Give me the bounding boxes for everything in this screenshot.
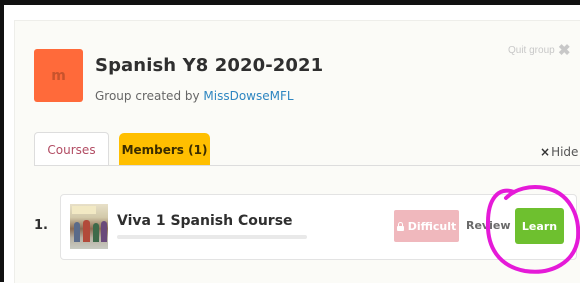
- difficult-label: Difficult: [407, 219, 457, 233]
- hide-x-icon: ×: [540, 145, 551, 159]
- group-creator-line: Group created by MissDowseMFL: [95, 89, 294, 103]
- hide-button[interactable]: ×Hide: [540, 145, 578, 159]
- difficult-button[interactable]: Difficult: [394, 210, 459, 242]
- lock-icon: [396, 221, 404, 231]
- quit-group-link[interactable]: Quit group: [508, 45, 555, 56]
- close-icon[interactable]: ✖: [558, 41, 571, 59]
- course-name[interactable]: Viva 1 Spanish Course: [117, 213, 293, 229]
- tab-members[interactable]: Members (1): [119, 133, 210, 166]
- course-thumbnail[interactable]: [70, 204, 108, 249]
- app-frame: m Spanish Y8 2020-2021 Group created by …: [0, 0, 580, 283]
- group-creator-link[interactable]: MissDowseMFL: [203, 89, 293, 103]
- group-title: Spanish Y8 2020-2021: [95, 55, 324, 76]
- group-creator-prefix: Group created by: [95, 89, 204, 103]
- course-row-number: 1.: [34, 218, 48, 233]
- course-progress-bar: [117, 235, 307, 239]
- group-avatar: m: [34, 49, 83, 102]
- avatar-letter: m: [51, 67, 66, 84]
- hide-label: Hide: [551, 145, 579, 159]
- window-top-border: [0, 0, 580, 5]
- learn-button[interactable]: Learn: [515, 208, 564, 244]
- window-left-border: [0, 0, 4, 282]
- tabs-divider: [34, 165, 580, 166]
- review-button[interactable]: Review: [466, 219, 511, 232]
- tab-courses[interactable]: Courses: [34, 132, 109, 166]
